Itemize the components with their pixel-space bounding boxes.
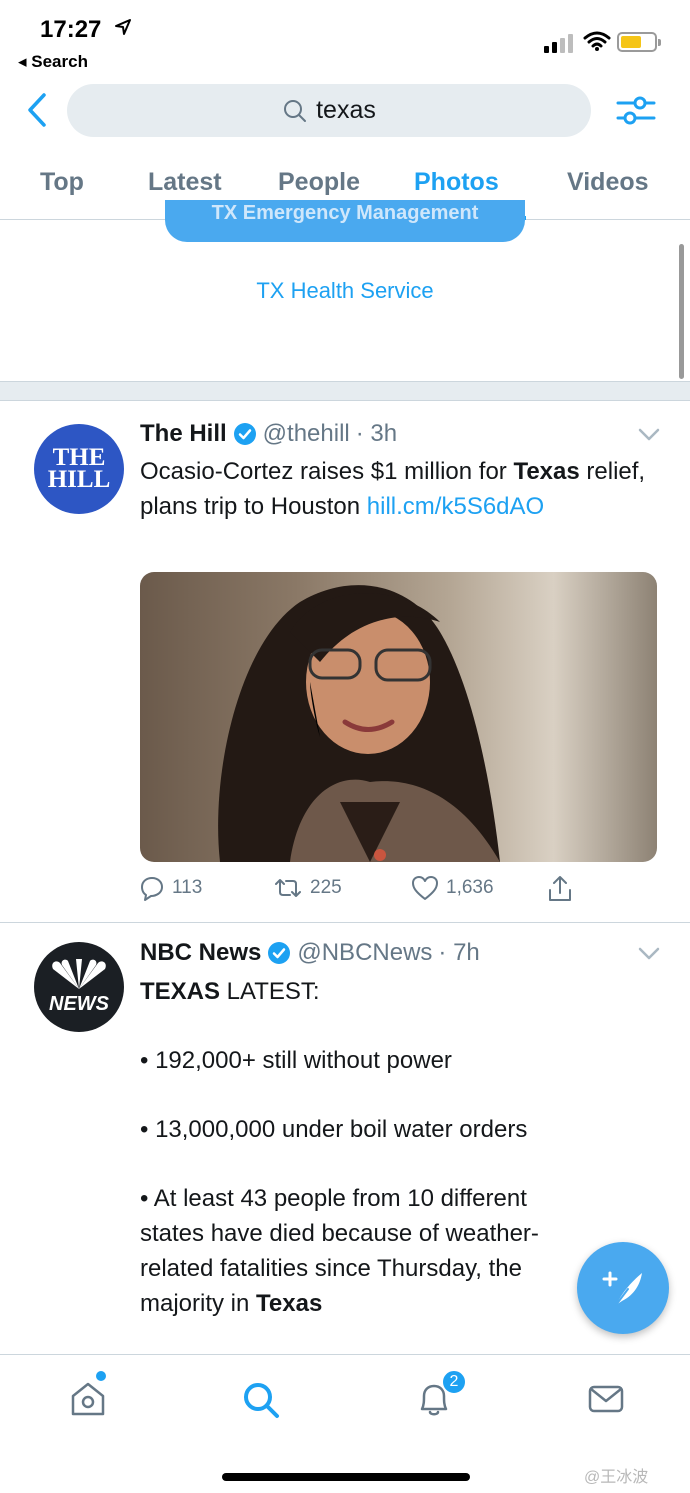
bottom-tab-bar: 2 @王冰波 (0, 1354, 690, 1493)
tweet-divider (0, 922, 690, 923)
tweet-text: TEXAS LATEST: • 192,000+ still without p… (140, 974, 590, 1321)
status-time: 17:27 (40, 16, 102, 43)
retweet-count: 225 (310, 877, 342, 898)
back-to-app-link[interactable]: ◂ Search (18, 52, 88, 72)
tweet-author-name[interactable]: NBC News (140, 939, 261, 967)
related-search-link[interactable]: TX Health Service (0, 278, 690, 304)
tweet-text-part: • At least 43 people from 10 different s… (140, 1185, 539, 1317)
tweet-headline: TEXAS LATEST: (140, 974, 590, 1009)
reply-count: 113 (172, 877, 203, 898)
tweet-text-highlight: Texas (256, 1290, 323, 1317)
search-input[interactable]: texas (67, 84, 591, 137)
heart-icon (412, 876, 438, 900)
verified-icon (268, 942, 291, 964)
tweet-text-part: LATEST: (220, 978, 320, 1005)
signal-icon (544, 34, 573, 53)
avatar[interactable]: THE HILL (34, 424, 124, 514)
tweet-text-highlight: TEXAS (140, 978, 221, 1005)
tab-people[interactable]: People (278, 168, 360, 197)
retweet-icon (275, 879, 301, 897)
home-icon[interactable] (68, 1379, 108, 1419)
tweet-header: NBC News @NBCNews · 7h (140, 939, 480, 967)
avatar-logo-text: NEWS (49, 992, 109, 1015)
battery-icon (617, 32, 661, 52)
reply-button[interactable]: 113 (138, 874, 202, 902)
tweet-author-name[interactable]: The Hill (140, 420, 227, 448)
compose-tweet-button[interactable] (577, 1242, 669, 1334)
tweet-bullet: • 192,000+ still without power (140, 1047, 452, 1074)
search-icon (284, 99, 307, 122)
tab-latest[interactable]: Latest (148, 168, 222, 197)
notification-badge: 2 (441, 1369, 467, 1395)
photo-illustration (218, 585, 501, 862)
reply-icon (141, 877, 163, 901)
tweet-author-handle[interactable]: @thehill (263, 420, 350, 448)
like-count: 1,636 (446, 877, 494, 898)
watermark-text: @王冰波 (584, 1469, 649, 1486)
tweet-bullet: • At least 43 people from 10 different s… (140, 1181, 590, 1321)
tab-top[interactable]: Top (40, 168, 84, 197)
tweet-actions: 113 225 1,636 (138, 874, 598, 906)
tweet-text: Ocasio-Cortez raises $1 million for Texa… (140, 454, 650, 524)
tab-videos[interactable]: Videos (567, 168, 649, 197)
tweet-header: The Hill @thehill · 3h (140, 420, 397, 448)
search-query-text: texas (316, 96, 376, 124)
chevron-down-icon[interactable] (638, 428, 660, 442)
home-indicator[interactable] (222, 1473, 470, 1481)
wifi-icon (583, 31, 611, 51)
tweet-timestamp: · 3h (355, 420, 398, 447)
share-icon (549, 876, 571, 901)
retweet-button[interactable]: 225 (272, 874, 342, 902)
chevron-down-icon[interactable] (638, 947, 660, 961)
scrollbar[interactable] (679, 244, 684, 379)
like-button[interactable]: 1,636 (410, 874, 494, 902)
tweet-photo[interactable] (140, 572, 657, 862)
compose-feather-icon (602, 1271, 642, 1306)
search-filter-icon[interactable] (614, 92, 658, 128)
tweet-bullet: • 13,000,000 under boil water orders (140, 1116, 528, 1143)
tweet-text-highlight: Texas (513, 458, 580, 485)
section-separator (0, 381, 690, 401)
tab-photos[interactable]: Photos (414, 168, 499, 197)
mail-icon[interactable] (586, 1379, 626, 1419)
tweet-author-handle[interactable]: @NBCNews (297, 939, 432, 967)
location-arrow-icon (115, 19, 131, 35)
home-unread-dot (96, 1371, 106, 1381)
tweet-link[interactable]: hill.cm/k5S6dAO (367, 493, 544, 520)
search-icon[interactable] (240, 1379, 282, 1421)
avatar[interactable]: NEWS (34, 942, 124, 1032)
related-search-pill[interactable]: TX Emergency Management (165, 200, 525, 242)
back-chevron-icon[interactable] (26, 92, 48, 128)
verified-icon (233, 423, 256, 445)
related-search-pill-label: TX Emergency Management (211, 202, 479, 224)
nbc-peacock-icon (52, 958, 106, 989)
tweet-timestamp: · 7h (438, 939, 480, 966)
share-button[interactable] (546, 874, 574, 904)
tweet-text-part: Ocasio-Cortez raises $1 million for (140, 458, 514, 485)
avatar-logo-text: THE HILL (47, 444, 111, 493)
